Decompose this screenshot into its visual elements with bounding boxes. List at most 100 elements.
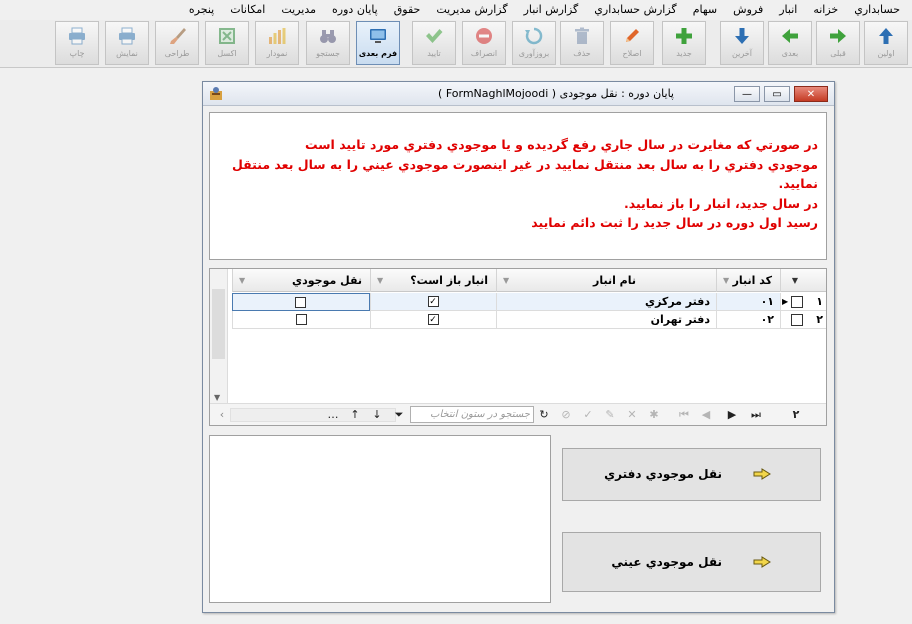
restore-button[interactable]: ▭ bbox=[764, 86, 790, 102]
is-open-cell[interactable]: ✓ bbox=[370, 311, 496, 329]
menu-management-reports[interactable]: گزارش مديريت bbox=[428, 0, 515, 20]
refresh-icon bbox=[523, 25, 545, 47]
row-select-checkbox[interactable] bbox=[791, 314, 803, 326]
scrollbar-thumb[interactable] bbox=[212, 289, 225, 359]
column-header-name[interactable]: نام انبار ▼ bbox=[496, 269, 716, 292]
next-record-button[interactable]: بعدی bbox=[768, 21, 812, 65]
arrow-down-icon bbox=[731, 25, 753, 47]
previous-record-button[interactable]: قبلی bbox=[816, 21, 860, 65]
design-button[interactable]: طراحی bbox=[155, 21, 199, 65]
search-button[interactable]: جستجو bbox=[306, 21, 350, 65]
physical-transfer-button[interactable]: نقل موجودي عيني bbox=[562, 532, 821, 592]
current-row-icon: ▶ bbox=[782, 297, 789, 306]
first-record-icon[interactable]: ⏮ bbox=[676, 407, 692, 423]
move-up-icon[interactable]: ↑ bbox=[347, 407, 363, 423]
column-header-code[interactable]: کد انبار ▼ bbox=[716, 269, 780, 292]
book-transfer-button[interactable]: نقل موجودي دفتري bbox=[562, 448, 821, 501]
first-record-button[interactable]: اولین bbox=[864, 21, 908, 65]
arrow-left-icon bbox=[779, 25, 801, 47]
filter-icon: ▼ bbox=[791, 276, 798, 285]
menu-payroll[interactable]: حقوق bbox=[386, 0, 429, 20]
preview-button[interactable]: نمایش bbox=[105, 21, 149, 65]
table-row[interactable]: ✓ دفتر مرکزي ٠١ ▶ ١ bbox=[232, 293, 826, 311]
plus-icon bbox=[673, 25, 695, 47]
next-record-icon[interactable]: ▶ bbox=[724, 407, 740, 423]
insert-icon[interactable]: ✱ bbox=[646, 407, 662, 423]
filter-icon[interactable]: ⏷ bbox=[391, 407, 407, 423]
last-record-icon[interactable]: ⏭ bbox=[748, 407, 764, 423]
edit-icon[interactable]: ✎ bbox=[602, 407, 618, 423]
menu-period-end[interactable]: پايان دوره bbox=[324, 0, 386, 20]
menu-management[interactable]: مديريت bbox=[273, 0, 324, 20]
excel-button[interactable]: اکسل bbox=[205, 21, 249, 65]
instructions-panel: در صورتي که مغايرت در سال جاري رفع گرديد… bbox=[209, 112, 827, 260]
is-open-checkbox[interactable]: ✓ bbox=[427, 296, 439, 307]
transfer-cell[interactable] bbox=[232, 293, 370, 311]
menu-facilities[interactable]: امکانات bbox=[222, 0, 273, 20]
menu-warehouse-reports[interactable]: گزارش انبار bbox=[516, 0, 587, 20]
menu-accounting-reports[interactable]: گزارش حسابداري bbox=[586, 0, 684, 20]
prior-record-icon[interactable]: ◀ bbox=[698, 407, 714, 423]
code-cell[interactable]: ٠٢ bbox=[716, 311, 780, 329]
column-header-selector[interactable]: ▼ bbox=[780, 269, 826, 292]
menu-window[interactable]: پنجره bbox=[181, 0, 222, 20]
row-select-checkbox[interactable] bbox=[791, 296, 803, 308]
more-icon[interactable]: … bbox=[325, 407, 341, 423]
naghl-mojoodi-window: پایان دوره : نقل موجودی ( FormNaghlMojoo… bbox=[202, 81, 835, 613]
menu-shares[interactable]: سهام bbox=[685, 0, 725, 20]
edit-button[interactable]: اصلاح bbox=[610, 21, 654, 65]
menu-treasury[interactable]: خزانه bbox=[805, 0, 846, 20]
print-button[interactable]: چاپ bbox=[55, 21, 99, 65]
new-button[interactable]: جدید bbox=[662, 21, 706, 65]
printer-preview-icon bbox=[116, 25, 138, 47]
confirm-button[interactable]: تایید bbox=[412, 21, 456, 65]
transfer-cell[interactable] bbox=[232, 311, 370, 329]
log-panel bbox=[209, 435, 551, 603]
refresh-icon[interactable]: ↻ bbox=[536, 407, 552, 423]
instruction-line: در صورتي که مغايرت در سال جاري رفع گرديد… bbox=[305, 137, 818, 152]
table-row[interactable]: ✓ دفتر تهران ٠٢ ٢ bbox=[232, 311, 826, 329]
transfer-checkbox[interactable] bbox=[295, 297, 306, 308]
name-cell[interactable]: دفتر مرکزي bbox=[496, 293, 716, 311]
cancel-button[interactable]: انصراف bbox=[462, 21, 506, 65]
row-selector[interactable]: ▶ ١ bbox=[780, 293, 826, 311]
column-header-is-open[interactable]: انبار باز است؟ ▼ bbox=[370, 269, 496, 292]
grid-vertical-scrollbar[interactable]: ▼ bbox=[210, 269, 228, 403]
post-edit-icon[interactable]: ✓ bbox=[580, 407, 596, 423]
chart-button[interactable]: نمودار bbox=[255, 21, 299, 65]
is-open-checkbox[interactable]: ✓ bbox=[427, 314, 439, 325]
scroll-left-icon[interactable]: ‹ bbox=[214, 407, 230, 423]
move-down-icon[interactable]: ↓ bbox=[369, 407, 385, 423]
row-selector[interactable]: ٢ bbox=[780, 311, 826, 329]
monitor-icon bbox=[367, 25, 389, 47]
menu-accounting[interactable]: حسابداري bbox=[846, 0, 908, 20]
last-record-button[interactable]: آخرین bbox=[720, 21, 764, 65]
scroll-down-icon[interactable]: ▼ bbox=[214, 393, 220, 402]
grid-search-input[interactable]: جستجو در ستون انتخاب bbox=[410, 406, 534, 423]
grid-navigator: ‹ … ↑ ↓ ⏷ جستجو در ستون انتخاب ↻ ⊘ ✓ ✎ ✕… bbox=[210, 403, 826, 425]
column-header-transfer[interactable]: نقل موجودي ▼ bbox=[232, 269, 370, 292]
menu-warehouse[interactable]: انبار bbox=[771, 0, 805, 20]
sort-icon: ▼ bbox=[723, 276, 730, 285]
app-icon bbox=[208, 86, 224, 102]
menu-sales[interactable]: فروش bbox=[725, 0, 771, 20]
warehouse-grid: ▼ نقل موجودي ▼ انبار باز است؟ ▼ نام انبار ▼… bbox=[209, 268, 827, 426]
delete-icon[interactable]: ✕ bbox=[624, 407, 640, 423]
close-button[interactable]: ✕ bbox=[794, 86, 828, 102]
code-cell[interactable]: ٠١ bbox=[716, 293, 780, 311]
refresh-button[interactable]: بروزآوری bbox=[512, 21, 556, 65]
arrow-up-icon bbox=[875, 25, 897, 47]
minimize-button[interactable]: — bbox=[734, 86, 760, 102]
delete-button[interactable]: حذف bbox=[560, 21, 604, 65]
is-open-cell[interactable]: ✓ bbox=[370, 293, 496, 311]
transfer-checkbox[interactable] bbox=[295, 314, 307, 325]
next-form-button[interactable]: فرم بعدی bbox=[356, 21, 400, 65]
sort-icon: ▼ bbox=[239, 276, 246, 285]
excel-icon bbox=[216, 25, 238, 47]
cancel-edit-icon[interactable]: ⊘ bbox=[558, 407, 574, 423]
window-titlebar[interactable]: پایان دوره : نقل موجودی ( FormNaghlMojoo… bbox=[203, 82, 834, 106]
bar-chart-icon bbox=[266, 25, 288, 47]
sort-icon: ▼ bbox=[503, 276, 510, 285]
instruction-line: نماييد. bbox=[778, 176, 818, 191]
name-cell[interactable]: دفتر تهران bbox=[496, 311, 716, 329]
